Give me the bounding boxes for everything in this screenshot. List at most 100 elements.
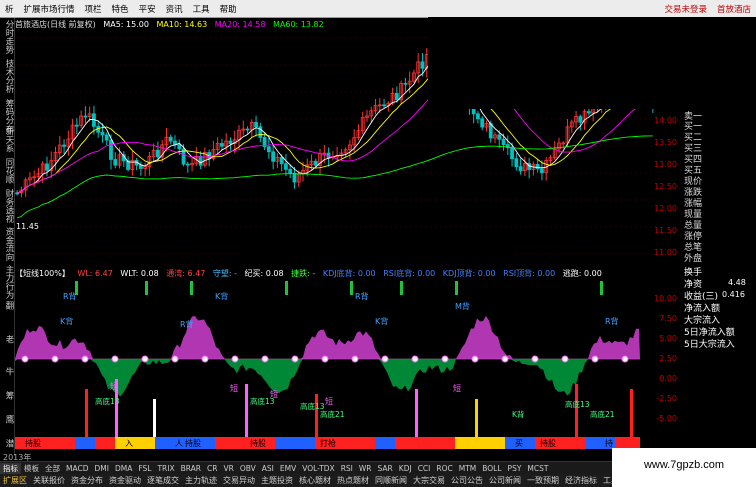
candle-body bbox=[514, 158, 519, 168]
signal-dot bbox=[291, 355, 299, 363]
candle-body bbox=[83, 115, 88, 118]
menu-item-pingan[interactable]: 平安 bbox=[134, 3, 161, 15]
bottom-tool-item[interactable]: 逐笔成交 bbox=[144, 475, 182, 486]
indicator-tab[interactable]: DMA bbox=[112, 464, 135, 473]
gaodi-label: 高底21 bbox=[590, 409, 615, 419]
indicator-tab[interactable]: BOLL bbox=[479, 464, 504, 473]
indicator-tab[interactable]: 模板 bbox=[21, 463, 42, 474]
bottom-tool-item[interactable]: 大宗交易 bbox=[410, 475, 448, 486]
ma5-label: MA5: 15.00 bbox=[103, 20, 149, 29]
ind-tongxin: 通湾: 6.47 bbox=[166, 269, 206, 278]
indicator-tab[interactable]: DMI bbox=[91, 464, 111, 473]
side-tab-intraday[interactable]: 分时走势 bbox=[1, 20, 14, 54]
indicator-chart[interactable]: R背K背 R背K背 R背K背M背R背短 短短短短高底13 高底13高底21高底13 高底1… bbox=[15, 279, 655, 439]
ind-rsi-ding: RSI顶背: 0.00 bbox=[503, 269, 556, 278]
indicator-tab[interactable]: CCI bbox=[415, 464, 434, 473]
indicator-tab[interactable]: BRAR bbox=[178, 464, 204, 473]
bottom-tool-item[interactable]: 同顺新闻 bbox=[372, 475, 410, 486]
menu-item-analysis[interactable]: 析 bbox=[0, 3, 19, 15]
indicator-tab[interactable]: FSL bbox=[135, 464, 154, 473]
menu-item-columns[interactable]: 项栏 bbox=[80, 3, 107, 15]
indicator-tab[interactable]: RSI bbox=[338, 464, 356, 473]
low-price-marker: 11.45 bbox=[16, 222, 39, 231]
strip-segment bbox=[75, 437, 95, 449]
top-signal-mark bbox=[455, 281, 458, 295]
bottom-tool-item[interactable]: 一致预期 bbox=[524, 475, 562, 486]
side-tab-qian[interactable]: 潜 bbox=[1, 438, 14, 448]
ind-kdj-di: KDJ底背: 0.00 bbox=[322, 269, 376, 278]
indicator-area-negative bbox=[15, 359, 640, 397]
indicator-tab[interactable]: TRIX bbox=[154, 464, 177, 473]
side-tab-finance[interactable]: 财务透视 bbox=[1, 188, 14, 224]
duan-label: 短 bbox=[325, 396, 333, 406]
bottom-tool-item[interactable]: 主题投资 bbox=[258, 475, 296, 486]
indicator-tab[interactable]: OBV bbox=[237, 464, 259, 473]
signal-bar bbox=[85, 389, 88, 439]
side-tab-lao[interactable]: 老 bbox=[1, 334, 14, 344]
ind-jiexian: 捷跌: - bbox=[291, 269, 316, 278]
signal-dot bbox=[231, 355, 239, 363]
candle-body bbox=[45, 163, 49, 171]
ma60-label: MA60: 13.82 bbox=[273, 20, 324, 29]
side-tab-xintian[interactable]: 新天系 bbox=[1, 126, 14, 154]
indicator-tab[interactable]: VOL-TDX bbox=[299, 464, 337, 473]
indicator-tab[interactable]: CR bbox=[204, 464, 220, 473]
signal-dot bbox=[201, 355, 209, 363]
gaodi-label: 高底13 bbox=[250, 396, 275, 406]
side-tab-niu[interactable]: 牛 bbox=[1, 366, 14, 376]
trade-login-status[interactable]: 交易未登录 bbox=[659, 3, 712, 15]
side-tab-chou[interactable]: 筹 bbox=[1, 390, 14, 400]
signal-dot bbox=[81, 355, 89, 363]
bottom-tool-item[interactable]: 交易异动 bbox=[220, 475, 258, 486]
signal-dot bbox=[471, 355, 479, 363]
bottom-tool-item[interactable]: 公司新闻 bbox=[486, 475, 524, 486]
side-tab-tonghuashun[interactable]: 同花顺 bbox=[1, 156, 14, 186]
bottom-tool-item[interactable]: 扩展区 bbox=[0, 475, 30, 486]
rbei-label: R背 bbox=[355, 291, 369, 301]
side-tab-technical[interactable]: 技术分析 bbox=[1, 58, 14, 94]
indicator-tab[interactable]: EMV bbox=[277, 464, 299, 473]
bottom-tool-item[interactable]: 资金分布 bbox=[68, 475, 106, 486]
ind-wlt: WLT: 0.08 bbox=[120, 269, 159, 278]
ma10-label: MA10: 14.63 bbox=[156, 20, 208, 29]
side-tab-ying[interactable]: 鹰 bbox=[1, 414, 14, 424]
indicator-tab[interactable]: VR bbox=[220, 464, 236, 473]
indicator-name[interactable]: 【短线100%】 bbox=[15, 269, 70, 278]
indicator-tab[interactable]: ROC bbox=[433, 464, 455, 473]
bottom-tool-item[interactable]: 核心题材 bbox=[296, 475, 334, 486]
ind-shouwang: 守望: - bbox=[212, 269, 237, 278]
signal-dot bbox=[21, 355, 29, 363]
indicator-tab[interactable]: SAR bbox=[375, 464, 396, 473]
indicator-tab[interactable]: KDJ bbox=[396, 464, 415, 473]
price-tick: 11.50 bbox=[654, 226, 677, 235]
side-tab-capital[interactable]: 资金流向 bbox=[1, 226, 14, 262]
indicator-tab[interactable]: WR bbox=[356, 464, 375, 473]
rbei-label: R背 bbox=[605, 316, 619, 326]
stock-name-link[interactable]: 首放酒店 bbox=[712, 3, 756, 15]
menu-item-help[interactable]: 帮助 bbox=[215, 3, 242, 15]
indicator-tab[interactable]: 指标 bbox=[0, 462, 21, 474]
indicator-tab[interactable]: 全部 bbox=[42, 463, 63, 474]
indicator-tab[interactable]: MTM bbox=[456, 464, 480, 473]
side-tab-main-force[interactable]: 主力行为 bbox=[1, 264, 14, 300]
bottom-tool-item[interactable]: 经济指标 bbox=[562, 475, 600, 486]
menu-item-extended-market[interactable]: 扩展市场行情 bbox=[19, 3, 80, 15]
bottom-tool-item[interactable]: 资金驱动 bbox=[106, 475, 144, 486]
indicator-tab[interactable]: ASI bbox=[259, 464, 277, 473]
side-tab-fan[interactable]: 翻 bbox=[1, 300, 14, 310]
signal-dot bbox=[531, 355, 539, 363]
menu-item-tools[interactable]: 工具 bbox=[188, 3, 215, 15]
indicator-tab[interactable]: MACD bbox=[63, 464, 91, 473]
bottom-tool-item[interactable]: 公司公告 bbox=[448, 475, 486, 486]
bottom-tool-item[interactable]: 热点题材 bbox=[334, 475, 372, 486]
rbei-label: R背 bbox=[180, 319, 194, 329]
candle-body bbox=[471, 108, 476, 115]
indicator-tab[interactable]: MCST bbox=[524, 464, 551, 473]
menu-item-features[interactable]: 特色 bbox=[107, 3, 134, 15]
bottom-tool-item[interactable]: 主力轨迹 bbox=[182, 475, 220, 486]
menu-item-news[interactable]: 资讯 bbox=[161, 3, 188, 15]
indicator-tab[interactable]: PSY bbox=[505, 464, 525, 473]
strip-segment bbox=[115, 437, 155, 449]
rbei-label: K背 bbox=[60, 316, 73, 326]
bottom-tool-item[interactable]: 关联报价 bbox=[30, 475, 68, 486]
